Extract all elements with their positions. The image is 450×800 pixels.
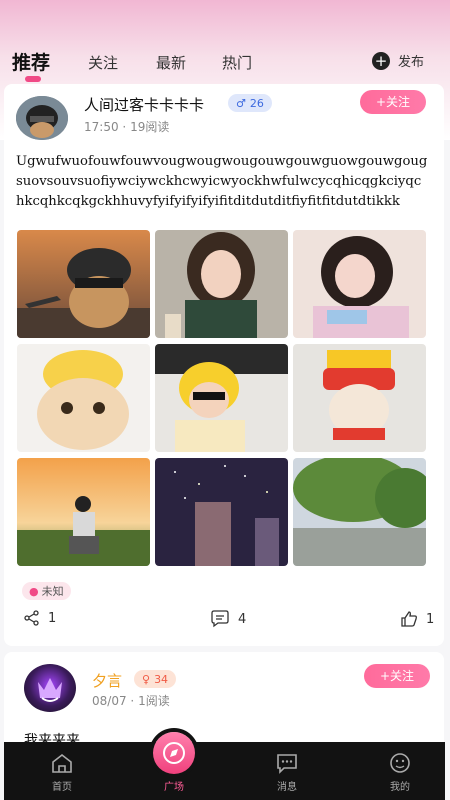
read-count: 19阅读 [130,120,170,134]
post-card: 人间过客卡卡卡卡 ♂ 26 17:50 · 19阅读 +关注 Ugwufwuof… [4,84,444,646]
nav-home-label: 首页 [52,782,72,793]
image-cat-chick-hat[interactable] [17,344,150,452]
tab-bar: 推荐 关注 最新 热门 + 发布 [0,44,450,84]
meta-separator: · [122,120,131,134]
location-pin-icon: ● [29,584,39,598]
username[interactable]: 夕言 [92,670,122,691]
like-count: 1 [426,611,435,627]
level-count: 34 [154,672,169,686]
image-helmet-cat[interactable] [17,230,150,338]
level-icon: ♀ [142,672,151,686]
message-icon [277,754,297,774]
active-tab-indicator [25,76,41,82]
image-grid [17,230,427,566]
avatar[interactable] [24,664,76,712]
share-button[interactable]: 1 [24,610,56,626]
meta-separator: · [130,694,139,708]
tab-recommend[interactable]: 推荐 [12,48,50,75]
share-count: 1 [48,610,57,626]
plus-icon: + [371,51,390,70]
follow-button[interactable]: +关注 [360,90,426,114]
male-icon: ♂ [236,96,246,110]
smiley-icon [390,753,410,773]
bottom-nav: 首页 广场 消息 我的 [4,732,445,800]
compass-icon [163,742,185,764]
nav-messages[interactable]: 消息 [257,752,317,793]
like-button[interactable]: 1 [400,610,434,628]
gender-badge: ♂ 26 [228,94,272,112]
nav-messages-label: 消息 [277,782,297,793]
thumbs-up-icon [401,611,417,627]
post-time: 17:50 [84,120,119,134]
nav-plaza[interactable] [153,732,195,774]
image-girl-sweater[interactable] [293,230,426,338]
nav-mine-label: 我的 [390,782,410,793]
share-icon [24,610,39,626]
image-cat-fries-hat[interactable] [293,344,426,452]
image-night-buildings[interactable] [155,458,288,566]
level-badge: ♀ 34 [134,670,177,688]
avatar[interactable] [16,96,68,140]
nav-plaza-label: 广场 [164,782,184,793]
comment-button[interactable]: 4 [210,610,246,628]
nav-mine[interactable]: 我的 [370,752,430,793]
username[interactable]: 人间过客卡卡卡卡 [84,94,204,115]
tab-following[interactable]: 关注 [88,52,118,73]
read-count: 1阅读 [138,694,170,708]
image-willow-park[interactable] [293,458,426,566]
location-tag[interactable]: ● 未知 [22,582,71,600]
post-text: Ugwufwuofouwfouwvougwougwougouwgouwguowg… [16,154,428,209]
post-meta: 08/07 · 1阅读 [92,692,170,709]
tab-hot[interactable]: 热门 [222,52,252,73]
post-meta: 17:50 · 19阅读 [84,118,169,135]
nav-home[interactable]: 首页 [32,752,92,793]
comment-icon [211,610,229,628]
post-date: 08/07 [92,694,127,708]
image-baby-yellow-hat[interactable] [155,344,288,452]
tab-latest[interactable]: 最新 [156,52,186,73]
home-icon [52,753,72,773]
gender-count: 26 [249,96,264,110]
publish-button[interactable]: + 发布 [371,51,424,70]
location-text: 未知 [41,585,64,598]
image-girl-scarf[interactable] [155,230,288,338]
comment-count: 4 [238,611,247,627]
image-sunset-chair[interactable] [17,458,150,566]
publish-label: 发布 [397,55,424,70]
post-actions: 1 4 1 [4,610,444,634]
follow-button[interactable]: +关注 [364,664,430,688]
